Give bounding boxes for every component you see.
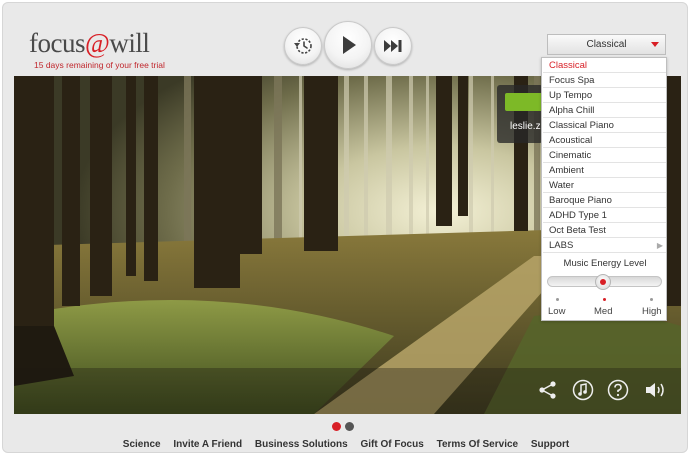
logo-at: @ bbox=[84, 28, 110, 58]
volume-icon bbox=[646, 383, 664, 397]
pager-dot-active[interactable] bbox=[332, 422, 341, 431]
share-icon bbox=[539, 381, 556, 399]
channel-option[interactable]: Classical Piano bbox=[543, 119, 666, 133]
footer-link-support[interactable]: Support bbox=[531, 439, 569, 450]
chevron-right-icon: ▶ bbox=[656, 241, 663, 250]
channel-option[interactable]: Water bbox=[543, 179, 666, 193]
trial-notice: 15 days remaining of your free trial bbox=[34, 60, 165, 70]
channel-option[interactable]: Acoustical bbox=[543, 134, 666, 148]
energy-tick-high bbox=[650, 298, 653, 301]
channel-selected-label: Classical bbox=[586, 39, 627, 50]
skip-button[interactable] bbox=[374, 27, 412, 65]
help-button[interactable] bbox=[606, 378, 630, 402]
music-info-button[interactable] bbox=[571, 378, 595, 402]
energy-label-low[interactable]: Low bbox=[548, 306, 565, 317]
energy-slider-knob[interactable] bbox=[595, 274, 611, 290]
channel-option[interactable]: Ambient bbox=[543, 164, 666, 178]
help-icon bbox=[607, 379, 629, 401]
music-note-icon bbox=[572, 379, 594, 401]
account-button[interactable] bbox=[505, 93, 543, 111]
logo-word-will: will bbox=[109, 28, 150, 58]
volume-button[interactable] bbox=[643, 378, 669, 402]
dropdown-arrow-icon bbox=[651, 42, 659, 47]
channel-option[interactable]: Up Tempo bbox=[543, 89, 666, 103]
user-email: leslie.z bbox=[510, 121, 541, 132]
footer-link-science[interactable]: Science bbox=[123, 439, 161, 450]
footer-nav: Science Invite A Friend Business Solutio… bbox=[3, 439, 689, 450]
history-icon bbox=[294, 38, 312, 54]
channel-option[interactable]: Oct Beta Test bbox=[543, 224, 666, 238]
channel-menu: Classical Focus Spa Up Tempo Alpha Chill… bbox=[541, 57, 667, 321]
focusatwill-logo[interactable]: focus@will bbox=[29, 28, 150, 58]
history-button[interactable] bbox=[284, 27, 322, 65]
share-button[interactable] bbox=[536, 378, 560, 402]
pager-dot[interactable] bbox=[345, 422, 354, 431]
user-account-box[interactable]: leslie.z bbox=[497, 85, 543, 143]
footer-link-gift[interactable]: Gift Of Focus bbox=[360, 439, 423, 450]
energy-title: Music Energy Level bbox=[563, 258, 647, 269]
play-icon bbox=[343, 36, 356, 54]
app-frame: focus@will 15 days remaining of your fre… bbox=[2, 2, 688, 453]
energy-label-med[interactable]: Med bbox=[594, 306, 612, 317]
channel-option[interactable]: Cinematic bbox=[543, 149, 666, 163]
channel-option[interactable]: Focus Spa bbox=[543, 74, 666, 88]
energy-tick-low bbox=[556, 298, 559, 301]
channel-option[interactable]: Classical bbox=[543, 59, 666, 73]
energy-tick-med bbox=[603, 298, 606, 301]
channel-option-labs[interactable]: LABS ▶ bbox=[543, 239, 666, 253]
channel-dropdown[interactable]: Classical bbox=[547, 34, 666, 55]
play-button[interactable] bbox=[324, 21, 372, 69]
skip-forward-icon bbox=[384, 40, 402, 52]
footer-link-business[interactable]: Business Solutions bbox=[255, 439, 348, 450]
channel-option[interactable]: Baroque Piano bbox=[543, 194, 666, 208]
channel-option[interactable]: Alpha Chill bbox=[543, 104, 666, 118]
channel-option-label: LABS bbox=[549, 240, 574, 251]
channel-option[interactable]: ADHD Type 1 bbox=[543, 209, 666, 223]
energy-label-high[interactable]: High bbox=[642, 306, 662, 317]
footer-link-invite[interactable]: Invite A Friend bbox=[173, 439, 242, 450]
footer-link-terms[interactable]: Terms Of Service bbox=[437, 439, 519, 450]
logo-word-focus: focus bbox=[29, 28, 85, 58]
